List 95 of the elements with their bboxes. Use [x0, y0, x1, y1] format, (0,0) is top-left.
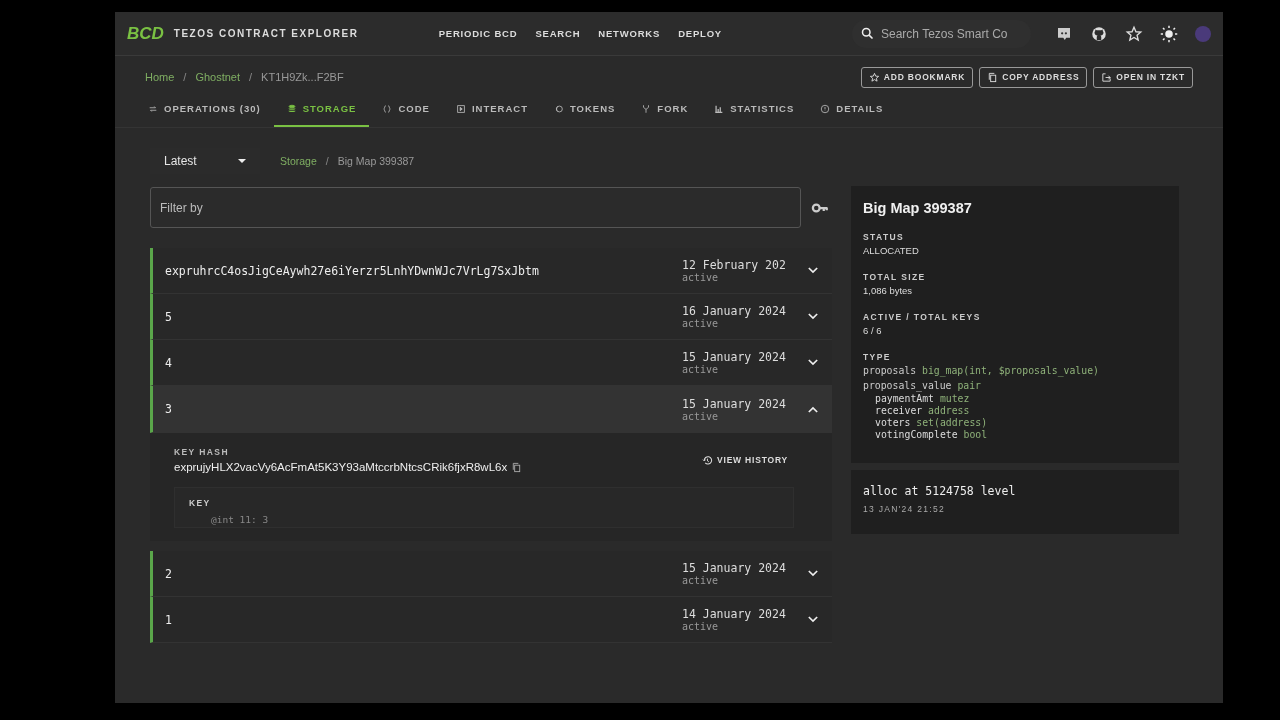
type-line: proposals_value pair — [863, 380, 982, 393]
nav-link[interactable]: SEARCH — [535, 28, 581, 39]
nav-link[interactable]: DEPLOY — [678, 28, 722, 39]
chevron-icon[interactable] — [808, 359, 818, 366]
field-label: TOTAL SIZE — [863, 272, 927, 282]
tab[interactable]: OPERATIONS (30) — [135, 92, 274, 127]
big-map-entry[interactable]: 3 15 January 2024 active — [150, 386, 832, 433]
nav-link[interactable]: PERIODIC BCD — [438, 28, 518, 39]
tab[interactable]: CODE — [369, 92, 443, 127]
breadcrumb-link[interactable]: Storage — [280, 155, 317, 167]
big-map-entry[interactable]: 4 15 January 2024 active — [150, 340, 832, 386]
entry-status: active — [682, 272, 720, 283]
big-map-entry[interactable]: 5 16 January 2024 active — [150, 294, 832, 340]
app-title: TEZOS CONTRACT EXPLORER — [173, 28, 360, 39]
field-label: STATUS — [863, 232, 906, 242]
key-value: @int 11: 3 — [210, 513, 270, 525]
allocation-time: 13 JAN'24 21:52 — [863, 503, 947, 514]
entry-key: 3 — [165, 402, 682, 416]
breadcrumb-current: Big Map 399387 — [337, 155, 415, 167]
breadcrumb-link[interactable]: Ghostnet — [195, 71, 241, 83]
entry-date: 16 January 2024 — [682, 304, 787, 318]
nav-link[interactable]: NETWORKS — [598, 28, 661, 39]
key-label: KEY — [189, 498, 212, 508]
tab[interactable]: FORK — [628, 92, 702, 127]
action-button[interactable]: COPY ADDRESS — [979, 66, 1088, 88]
entry-status: active — [682, 575, 720, 586]
entry-date: 15 January 2024 — [682, 396, 787, 411]
info-icon — [820, 103, 831, 114]
fork-icon — [641, 103, 652, 114]
allocation-text: alloc at 5124758 level — [863, 483, 1017, 498]
chevron-icon[interactable] — [808, 313, 818, 320]
entry-status: active — [682, 621, 720, 632]
type-line: paymentAmt mutez — [874, 392, 971, 405]
tab[interactable]: INTERACT — [442, 92, 541, 127]
entry-key: 1 — [165, 612, 682, 627]
arrows-icon — [148, 103, 158, 114]
type-line: receiver address — [874, 404, 971, 418]
type-line: voters set(address) — [874, 417, 989, 430]
chevron-icon[interactable] — [808, 570, 818, 577]
coin-icon — [553, 103, 564, 114]
type-line: proposals big_map(int, $proposals_value) — [863, 365, 1100, 378]
field-label: TYPE — [863, 352, 892, 362]
tab[interactable]: TOKENS — [540, 92, 629, 127]
chevron-icon[interactable] — [808, 267, 818, 274]
breadcrumb-current: KT1H9Zk...F2BF — [261, 71, 344, 83]
star-icon[interactable] — [1125, 24, 1143, 43]
key-hash-label: KEY HASH — [174, 447, 230, 457]
breadcrumb-separator: / — [325, 155, 329, 167]
big-map-entry[interactable]: 2 15 January 2024 active — [150, 551, 832, 597]
database-icon — [286, 103, 297, 114]
filter-field[interactable]: Filter by — [150, 187, 801, 228]
big-map-entry[interactable]: expruhrcC4osJigCeAywh27e6iYerzr5LnhYDwnWJc7VrLg7SxJbtm 12 February 202 active — [150, 248, 832, 294]
field-value: 1,086 bytes — [863, 285, 914, 296]
entry-key: 5 — [165, 309, 682, 324]
action-button[interactable]: OPEN IN TZKT — [1093, 66, 1193, 88]
breadcrumb-separator: / — [249, 71, 253, 83]
tab[interactable]: STATISTICS — [701, 92, 808, 127]
chevron-icon[interactable] — [808, 616, 818, 623]
history-icon — [702, 454, 713, 466]
field-value: ALLOCATED — [863, 245, 920, 256]
entry-date: 14 January 2024 — [682, 607, 787, 621]
entry-date: 15 January 2024 — [682, 561, 787, 575]
chevron-icon[interactable] — [808, 405, 818, 413]
entry-date: 12 February 202 — [682, 258, 787, 272]
sun-icon[interactable] — [1160, 24, 1178, 43]
breadcrumb-link[interactable]: Home — [145, 71, 175, 83]
copy-icon[interactable] — [511, 461, 523, 473]
braces-icon — [382, 103, 393, 114]
entry-status: active — [682, 410, 719, 422]
copy-icon — [987, 71, 999, 83]
card-title: Big Map 399387 — [863, 200, 973, 216]
search-icon — [860, 26, 875, 41]
caret-icon — [238, 158, 246, 164]
view-history-button[interactable]: VIEW HISTORY — [696, 453, 794, 467]
bar-chart-icon — [714, 103, 725, 114]
external-link-icon — [1101, 71, 1113, 83]
entry-status: active — [682, 318, 720, 329]
entry-key: expruhrcC4osJigCeAywh27e6iYerzr5LnhYDwnWJc7VrLg7SxJbtm — [165, 263, 682, 278]
action-button[interactable]: ADD BOOKMARK — [860, 66, 974, 88]
entry-date: 15 January 2024 — [682, 350, 787, 364]
big-map-entry[interactable]: 1 14 January 2024 active — [150, 597, 832, 643]
key-hash: exprujyHLX2vacVy6AcFmAt5K3Y93aMtccrbNtcsCRik6fjxR8wL6x — [174, 461, 508, 473]
entry-key: 2 — [165, 566, 682, 581]
search-input[interactable]: Search Tezos Smart Co — [879, 25, 1023, 42]
type-line: votingComplete bool — [874, 429, 989, 442]
entry-key: 4 — [165, 355, 682, 370]
entry-status: active — [682, 364, 720, 375]
field-label: ACTIVE / TOTAL KEYS — [863, 312, 982, 322]
tab[interactable]: STORAGE — [273, 92, 370, 127]
star-icon — [868, 71, 880, 83]
field-value: 6 / 6 — [863, 325, 883, 336]
play-icon — [455, 103, 466, 114]
tab[interactable]: DETAILS — [807, 92, 897, 127]
breadcrumb-separator: / — [183, 71, 187, 83]
logo[interactable]: BCD — [127, 23, 164, 44]
